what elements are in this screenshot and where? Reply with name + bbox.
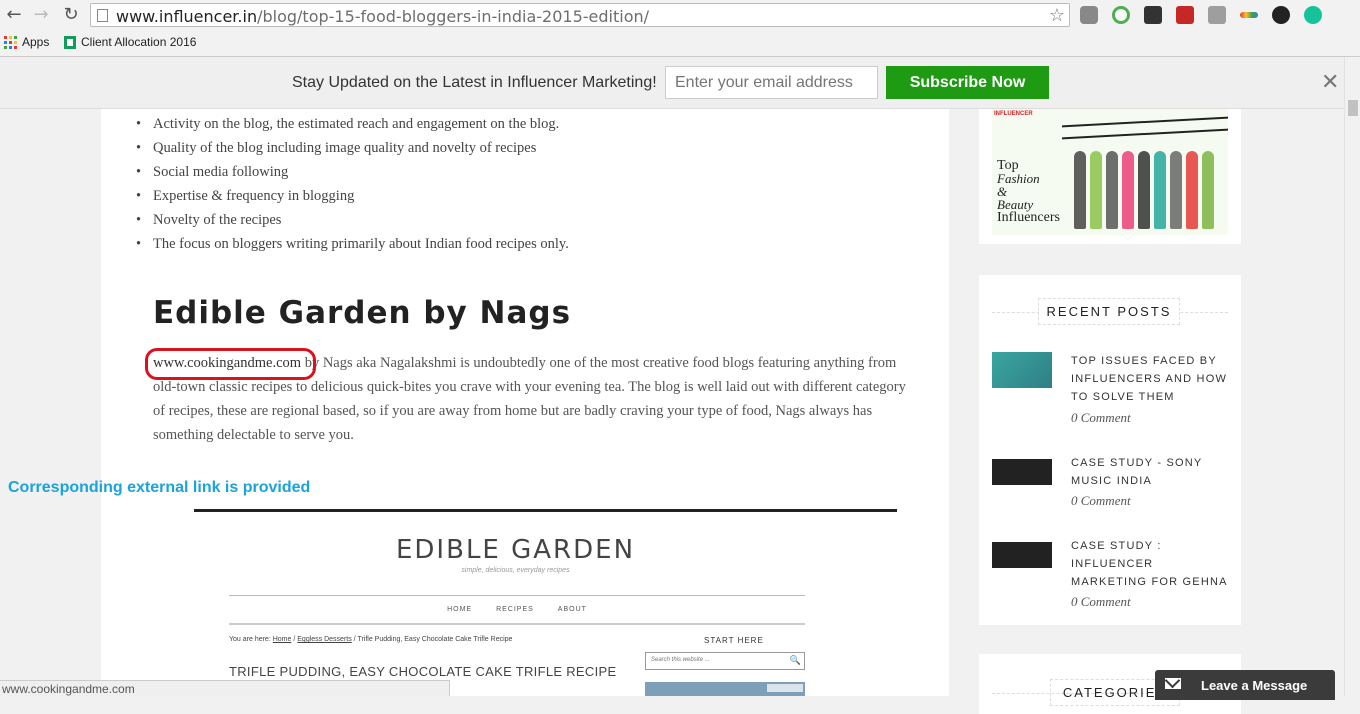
model-figure <box>1074 151 1086 229</box>
scrollbar-thumb[interactable] <box>1348 100 1358 116</box>
model-figure <box>1090 151 1102 229</box>
arc-extension-icon[interactable] <box>1240 12 1258 18</box>
list-item: Expertise & frequency in blogging <box>136 186 569 210</box>
recent-post[interactable]: TOP ISSUES FACED BY INFLUENCERS AND HOW … <box>992 352 1228 432</box>
search-icon: 🔍 <box>789 655 801 665</box>
comment-count[interactable]: 0 Comment <box>1071 410 1131 426</box>
model-figure <box>1170 151 1182 229</box>
breadcrumb: You are here: Home / Eggless Desserts / … <box>229 636 512 643</box>
list-item: Activity on the blog, the estimated reac… <box>136 114 569 138</box>
site-title: EDIBLE GARDEN <box>395 535 636 565</box>
post-thumbnail[interactable] <box>992 542 1052 568</box>
reload-icon[interactable]: ↻ <box>61 5 81 25</box>
map-image <box>645 682 805 696</box>
bookmark-star-icon[interactable]: ☆ <box>1049 5 1065 26</box>
forward-icon[interactable]: → <box>31 5 51 25</box>
browser-toolbar: ← → ↻ www.influencer.in/blog/top-15-food… <box>0 0 1360 57</box>
search-placeholder: Search this website ... <box>651 657 710 663</box>
status-bar-url: www.cookingandme.com <box>0 680 450 696</box>
hanging-wire <box>1062 116 1228 140</box>
breadcrumb-prefix: You are here: <box>229 636 273 643</box>
breadcrumb-category: Eggless Desserts <box>297 636 352 643</box>
site-nav: HOME RECIPES ABOUT <box>229 606 805 613</box>
post-thumbnail[interactable] <box>992 459 1052 485</box>
influencer-logo: INFLUENCER <box>994 111 1033 117</box>
subscribe-message: Stay Updated on the Latest in Influencer… <box>292 74 657 91</box>
forward-extension-icon[interactable] <box>1176 6 1194 24</box>
divider <box>229 623 805 625</box>
recent-post[interactable]: CASE STUDY : INFLUENCER MARKETING FOR GE… <box>992 537 1228 617</box>
breadcrumb-current: / Trifle Pudding, Easy Chocolate Cake Tr… <box>351 636 513 643</box>
nav-item-about: ABOUT <box>557 606 587 613</box>
post-title-link[interactable]: TOP ISSUES FACED BY INFLUENCERS AND HOW … <box>1071 352 1231 406</box>
comment-count[interactable]: 0 Comment <box>1071 493 1131 509</box>
model-figure <box>1186 151 1198 229</box>
section-heading: Edible Garden by Nags <box>153 295 572 331</box>
site-search-box: Search this website ... 🔍 <box>645 652 805 670</box>
model-figure <box>1154 151 1166 229</box>
breadcrumb-home: Home <box>272 636 292 643</box>
annotation-caption: Corresponding external link is provided <box>8 479 311 496</box>
url-path: /blog/top-15-food-bloggers-in-india-2015… <box>257 7 650 26</box>
subscribe-button[interactable]: Subscribe Now <box>886 66 1049 99</box>
close-icon[interactable]: ✕ <box>1321 70 1339 95</box>
article-content: Activity on the blog, the estimated reac… <box>101 109 949 696</box>
url-text[interactable]: www.influencer.in/blog/top-15-food-blogg… <box>116 7 649 26</box>
circle-extension-icon[interactable] <box>1272 6 1290 24</box>
nav-item-home: HOME <box>447 606 473 613</box>
email-field[interactable] <box>665 66 878 99</box>
model-figure <box>1202 151 1214 229</box>
apps-grid-icon <box>4 35 17 49</box>
leave-message-label: Leave a Message <box>1201 678 1308 693</box>
divider <box>194 509 897 512</box>
map-button <box>767 684 803 692</box>
post-title-link[interactable]: CASE STUDY - SONY MUSIC INDIA <box>1071 454 1231 490</box>
bookmarks-bar: Apps Client Allocation 2016 <box>0 30 1360 54</box>
banner-line: Influencers <box>997 210 1060 225</box>
post-thumbnail[interactable] <box>992 352 1052 388</box>
model-figure <box>1106 151 1118 229</box>
page-icon <box>97 9 108 22</box>
bookmark-label: Apps <box>22 35 50 49</box>
list-item: The focus on bloggers writing primarily … <box>136 234 569 258</box>
list-item: Quality of the blog including image qual… <box>136 138 569 162</box>
list-item: Social media following <box>136 162 569 186</box>
grammarly-icon[interactable] <box>1304 6 1322 24</box>
widget-title: RECENT POSTS <box>1038 298 1180 325</box>
site-tagline: simple, delicious, everyday recipes <box>461 567 570 574</box>
address-bar[interactable]: www.influencer.in/blog/top-15-food-blogg… <box>90 3 1070 27</box>
start-here-heading: START HERE <box>704 636 764 645</box>
embedded-site-screenshot: EDIBLE GARDEN simple, delicious, everyda… <box>194 509 897 696</box>
target-extension-icon[interactable] <box>1112 6 1130 24</box>
stamp-extension-icon[interactable] <box>1208 6 1226 24</box>
banner-line: Fashion <box>997 171 1040 186</box>
divider <box>229 595 805 596</box>
nav-item-recipes: RECIPES <box>496 606 534 613</box>
bookmark-apps[interactable]: Apps <box>4 35 49 49</box>
banner-text: Top Fashion & Beauty Influencers <box>997 159 1077 225</box>
url-host: www.influencer.in <box>116 7 258 26</box>
envelope-icon <box>1165 678 1181 689</box>
banner-illustration: INFLUENCER Top Fashion & Beauty Influenc… <box>992 109 1228 235</box>
subscribe-bar: Stay Updated on the Latest in Influencer… <box>0 57 1360 109</box>
criteria-list: Activity on the blog, the estimated reac… <box>136 114 569 258</box>
recent-post[interactable]: CASE STUDY - SONY MUSIC INDIA 0 Comment <box>992 454 1228 514</box>
spreadsheet-icon <box>64 35 76 49</box>
post-title-link[interactable]: CASE STUDY : INFLUENCER MARKETING FOR GE… <box>1071 537 1231 591</box>
bookmark-client-allocation[interactable]: Client Allocation 2016 <box>64 35 196 49</box>
comment-count[interactable]: 0 Comment <box>1071 594 1131 610</box>
fashion-influencers-banner[interactable]: INFLUENCER Top Fashion & Beauty Influenc… <box>979 109 1241 244</box>
bookmark-label: Client Allocation 2016 <box>81 35 197 49</box>
model-figure <box>1138 151 1150 229</box>
scrollbar[interactable] <box>1344 57 1360 696</box>
post-title: TRIFLE PUDDING, EASY CHOCOLATE CAKE TRIF… <box>229 664 617 679</box>
camera-extension-icon[interactable] <box>1080 6 1098 24</box>
link-highlight-circle <box>145 348 316 380</box>
back-icon[interactable]: ← <box>4 5 24 25</box>
model-figure <box>1122 151 1134 229</box>
recent-posts-widget: RECENT POSTS TOP ISSUES FACED BY INFLUEN… <box>979 275 1241 625</box>
checklist-extension-icon[interactable] <box>1144 6 1162 24</box>
list-item: Novelty of the recipes <box>136 210 569 234</box>
